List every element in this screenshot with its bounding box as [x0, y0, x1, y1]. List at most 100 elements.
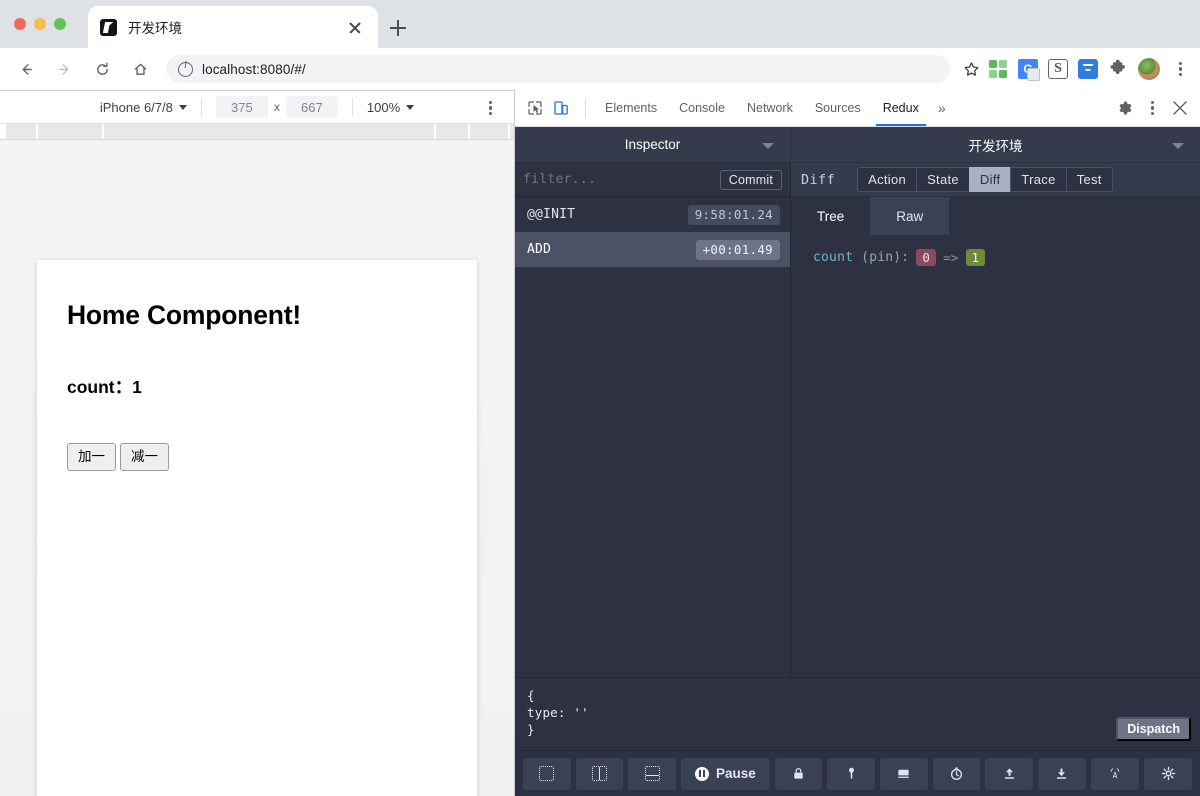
viewport-width-input[interactable]: 375: [215, 96, 268, 118]
count-label: count：: [67, 377, 133, 397]
decrement-button[interactable]: 减一: [120, 443, 169, 471]
home-button[interactable]: [124, 53, 156, 85]
instance-header[interactable]: 开发环境: [791, 127, 1200, 162]
page-info-icon[interactable]: [178, 60, 193, 77]
monitor-tab-trace[interactable]: Trace: [1010, 167, 1066, 192]
dispatch-button[interactable]: Dispatch: [1116, 717, 1191, 741]
tab-network[interactable]: Network: [736, 90, 804, 126]
layout-horizontal-icon[interactable]: [628, 757, 676, 790]
forward-button[interactable]: [48, 53, 80, 85]
device-name: iPhone 6/7/8: [99, 99, 173, 115]
diff-key: count (pin):: [813, 250, 910, 265]
more-tabs-icon[interactable]: »: [930, 90, 954, 126]
tab-console[interactable]: Console: [668, 90, 736, 126]
dispatcher-line: {: [527, 688, 535, 703]
monitor-tab-action[interactable]: Action: [857, 167, 917, 192]
window-maximize-button[interactable]: [54, 18, 66, 30]
zoom-value: 100%: [366, 99, 401, 115]
browser-tab[interactable]: 开发环境: [88, 6, 378, 48]
tab-sources[interactable]: Sources: [804, 90, 872, 126]
diff-arrow: =>: [943, 250, 959, 265]
settings-icon[interactable]: [1144, 757, 1192, 790]
timer-icon[interactable]: [932, 757, 981, 790]
browser-toolbar: localhost:8080/#/ G S: [0, 48, 1200, 90]
count-display: count：1: [67, 374, 447, 399]
reload-button[interactable]: [86, 53, 118, 85]
redux-header: Inspector 开发环境: [515, 127, 1200, 163]
monitor-tab-diff[interactable]: Diff: [968, 167, 1011, 192]
device-select[interactable]: iPhone 6/7/8: [100, 100, 187, 115]
diff-row: count (pin): 0 => 1: [813, 249, 1200, 266]
devtools-panel: Elements Console Network Sources Redux »: [514, 90, 1200, 796]
viewport-height-input[interactable]: 667: [285, 96, 338, 118]
zoom-select[interactable]: 100%: [366, 99, 415, 115]
monitor-tab-state[interactable]: State: [916, 167, 969, 192]
viewport-ruler: [0, 124, 514, 140]
profile-avatar[interactable]: [1138, 58, 1160, 80]
google-translate-extension-icon[interactable]: G: [1018, 59, 1040, 81]
commit-button[interactable]: Commit: [719, 169, 782, 190]
divider: [200, 98, 202, 116]
action-row[interactable]: @@INIT 9:58:01.24: [515, 197, 790, 232]
devtools-close-icon[interactable]: [1166, 95, 1194, 121]
monitor-pane: Diff Action State Diff Trace Test Tree R…: [791, 163, 1200, 677]
layout-split-icon[interactable]: [575, 757, 624, 790]
redux-toolbar: Pause A: [515, 750, 1200, 796]
slider-icon[interactable]: [880, 757, 928, 790]
address-bar[interactable]: localhost:8080/#/: [166, 55, 950, 83]
view-tab-tree[interactable]: Tree: [791, 197, 871, 235]
monitor-tab-test[interactable]: Test: [1065, 167, 1113, 192]
tab-redux[interactable]: Redux: [872, 90, 930, 126]
chevron-down-icon[interactable]: [1172, 142, 1184, 149]
action-name: ADD: [527, 242, 552, 257]
pause-button[interactable]: Pause: [680, 757, 770, 790]
redux-body: Commit @@INIT 9:58:01.24 ADD +00:01.49: [515, 163, 1200, 677]
dimension-separator: x: [273, 100, 280, 114]
action-dispatcher[interactable]: { type: '' } Dispatch: [515, 677, 1200, 750]
view-tab-raw[interactable]: Raw: [870, 197, 950, 235]
layout-vertical-icon[interactable]: [523, 757, 571, 790]
settings-gear-icon[interactable]: [1110, 95, 1138, 121]
new-tab-button[interactable]: [384, 14, 412, 42]
window-close-button[interactable]: [14, 18, 26, 30]
device-viewport: Home Component! count：1 加一 减一: [0, 141, 514, 796]
back-arrow-icon: [19, 62, 34, 77]
device-toolbar-toggle-icon[interactable]: [549, 95, 577, 121]
qr-code-extension-icon[interactable]: [988, 59, 1008, 79]
tab-elements[interactable]: Elements: [594, 90, 668, 126]
increment-button[interactable]: 加一: [67, 443, 116, 471]
monitor-label: Diff: [801, 171, 836, 188]
window-minimize-button[interactable]: [34, 18, 46, 30]
upload-icon[interactable]: [985, 757, 1034, 790]
action-row[interactable]: ADD +00:01.49: [515, 232, 790, 267]
filter-input[interactable]: [523, 172, 720, 187]
inspector-title: Inspector: [624, 137, 681, 152]
devtools-actions: [1110, 95, 1194, 121]
puzzle-extensions-icon[interactable]: [1108, 59, 1128, 79]
back-button[interactable]: [10, 53, 42, 85]
devtools-tabs: Elements Console Network Sources Redux »: [594, 90, 1110, 126]
bookmark-star-icon[interactable]: [956, 54, 986, 84]
device-menu-icon[interactable]: [480, 98, 500, 118]
devtools-menu-icon[interactable]: [1142, 98, 1162, 118]
screenshot-root: 开发环境 i localhost:8080/#/ G S iPhone 6/7/…: [0, 0, 1200, 796]
instance-title: 开发环境: [968, 138, 1023, 154]
browser-menu-icon[interactable]: [1170, 59, 1190, 79]
lock-icon[interactable]: [774, 757, 823, 790]
window-controls: [14, 18, 66, 30]
persist-icon[interactable]: [827, 757, 876, 790]
chevron-down-icon[interactable]: [762, 142, 774, 149]
s-extension-icon[interactable]: S: [1048, 59, 1068, 79]
diff-old-value: 0: [916, 249, 937, 266]
chevron-down-icon: [178, 104, 187, 110]
inspector-header[interactable]: Inspector: [515, 127, 791, 162]
inspect-element-icon[interactable]: [521, 95, 549, 121]
downloader-extension-icon[interactable]: [1078, 59, 1098, 79]
broadcast-icon[interactable]: A: [1090, 757, 1140, 790]
tab-strip: 开发环境: [0, 0, 1200, 48]
redux-devtools: Inspector 开发环境 Commit @@INIT: [515, 127, 1200, 796]
forward-arrow-icon: [57, 62, 72, 77]
download-icon[interactable]: [1038, 757, 1086, 790]
close-icon[interactable]: [344, 16, 366, 38]
action-list[interactable]: @@INIT 9:58:01.24 ADD +00:01.49: [515, 197, 790, 677]
